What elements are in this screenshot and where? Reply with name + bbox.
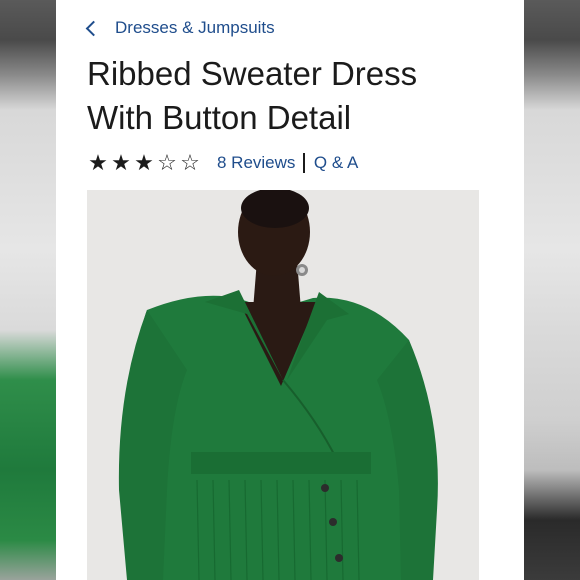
right-background [524, 0, 580, 580]
star-empty-icon: ☆ [157, 150, 177, 175]
product-panel: Dresses & Jumpsuits Ribbed Sweater Dress… [56, 0, 524, 580]
star-rating: ★ ★ ★ ☆ ☆ [87, 152, 201, 174]
star-filled-icon: ★ [134, 150, 154, 175]
page-title: Ribbed Sweater Dress With Button Detail [87, 52, 507, 140]
qa-link[interactable]: Q & A [314, 153, 358, 173]
breadcrumb[interactable]: Dresses & Jumpsuits [84, 16, 275, 40]
divider [303, 153, 305, 173]
star-empty-icon: ☆ [180, 150, 200, 175]
star-filled-icon: ★ [111, 150, 131, 175]
breadcrumb-label[interactable]: Dresses & Jumpsuits [115, 18, 275, 38]
title-line-1: Ribbed Sweater Dress [87, 55, 418, 92]
left-background [0, 0, 56, 580]
reviews-link[interactable]: 8 Reviews [217, 153, 295, 173]
rating-row: ★ ★ ★ ☆ ☆ 8 Reviews Q & A [87, 150, 358, 176]
model-photo-illustration [87, 190, 479, 580]
product-image[interactable] [87, 190, 479, 580]
chevron-left-icon[interactable] [85, 20, 102, 36]
title-line-2: With Button Detail [87, 99, 352, 136]
star-filled-icon: ★ [88, 150, 108, 175]
